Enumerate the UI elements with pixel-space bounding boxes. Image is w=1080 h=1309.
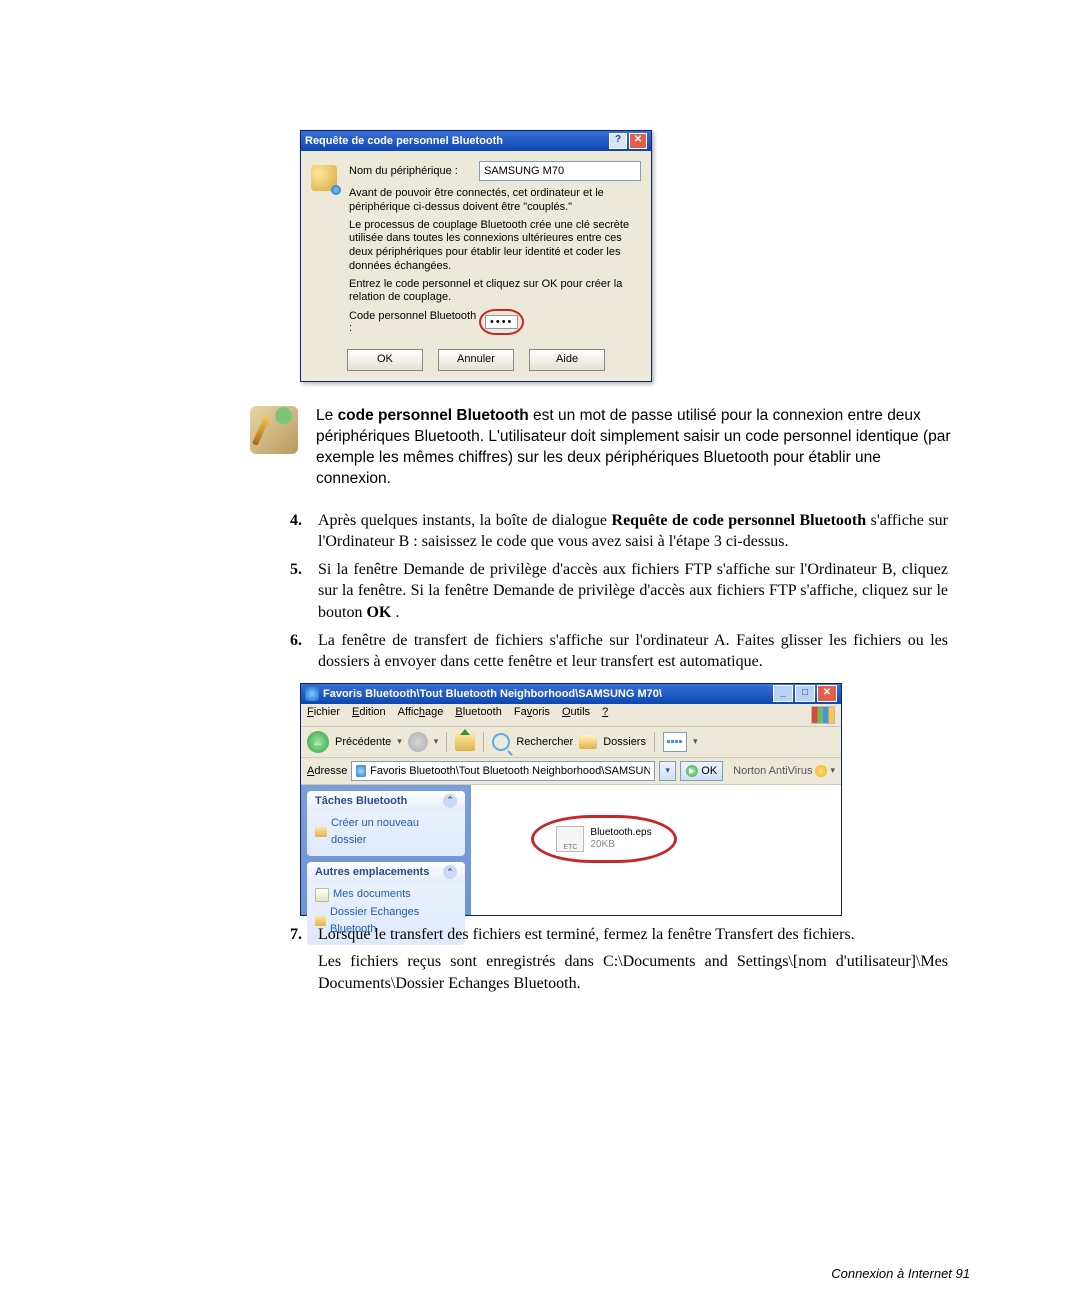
file-name: Bluetooth.eps xyxy=(590,827,651,838)
documents-icon xyxy=(315,888,329,902)
search-label[interactable]: Rechercher xyxy=(516,736,573,748)
places-panel-header[interactable]: Autres emplacements ⌃ xyxy=(307,862,465,882)
dialog-paragraph-1: Avant de pouvoir être connectés, cet ord… xyxy=(349,187,641,215)
menu-tools[interactable]: Outils xyxy=(562,706,590,724)
go-button[interactable]: OK xyxy=(680,761,723,781)
menu-favorites[interactable]: Favoris xyxy=(514,706,550,724)
bluetooth-code-field[interactable]: •••• xyxy=(485,315,518,329)
norton-antivirus-toolbar[interactable]: Norton AntiVirus ▾ xyxy=(727,765,835,777)
note-block: Le code personnel Bluetooth est un mot d… xyxy=(250,406,1020,490)
step-7: Lorsque le transfert des fichiers est te… xyxy=(290,924,948,946)
dialog-paragraph-3: Entrez le code personnel et cliquez sur … xyxy=(349,278,641,306)
tasks-panel-header[interactable]: Tâches Bluetooth ⌃ xyxy=(307,791,465,811)
highlight-oval: •••• xyxy=(479,309,524,335)
page-footer: Connexion à Internet 91 xyxy=(831,1266,970,1281)
menu-view[interactable]: Affichage xyxy=(398,706,444,724)
address-dropdown-icon[interactable]: ▾ xyxy=(659,761,676,781)
windows-flag-icon xyxy=(811,706,835,724)
chevron-up-icon[interactable]: ⌃ xyxy=(443,865,457,879)
note-text: Le code personnel Bluetooth est un mot d… xyxy=(316,406,956,490)
device-name-field[interactable]: SAMSUNG M70 xyxy=(479,161,641,181)
explorer-content-pane[interactable]: ETC Bluetooth.eps 20KB xyxy=(471,785,841,915)
explorer-title: Favoris Bluetooth\Tout Bluetooth Neighbo… xyxy=(323,688,771,700)
ok-button[interactable]: OK xyxy=(347,349,423,371)
dialog-title: Requête de code personnel Bluetooth xyxy=(305,131,607,151)
bluetooth-code-label: Code personnel Bluetooth : xyxy=(349,310,479,334)
folders-icon[interactable] xyxy=(579,735,597,749)
menu-file[interactable]: Fichier xyxy=(307,706,340,724)
chevron-up-icon[interactable]: ⌃ xyxy=(443,794,457,808)
device-name-label: Nom du périphérique : xyxy=(349,165,479,177)
search-icon[interactable] xyxy=(492,733,510,751)
dialog-paragraph-2: Le processus de couplage Bluetooth crée … xyxy=(349,219,641,274)
go-arrow-icon xyxy=(686,765,698,777)
views-dropdown-icon[interactable]: ▾ xyxy=(693,736,698,747)
back-dropdown-icon[interactable]: ▾ xyxy=(397,736,402,747)
explorer-sidebar: Tâches Bluetooth ⌃ Créer un nouveau doss… xyxy=(301,785,471,915)
folders-label[interactable]: Dossiers xyxy=(603,736,646,748)
step-4: Après quelques instants, la boîte de dia… xyxy=(290,510,948,553)
explorer-titlebar: Favoris Bluetooth\Tout Bluetooth Neighbo… xyxy=(301,684,841,704)
address-label: Adresse xyxy=(307,765,347,777)
note-icon xyxy=(250,406,298,454)
address-value: Favoris Bluetooth\Tout Bluetooth Neighbo… xyxy=(370,765,650,777)
explorer-menubar: Fichier Edition Affichage Bluetooth Favo… xyxy=(301,704,841,727)
folder-icon xyxy=(315,827,327,837)
minimize-button[interactable]: _ xyxy=(773,685,793,702)
address-location-icon xyxy=(356,765,366,777)
back-button-icon[interactable]: ← xyxy=(307,731,329,753)
create-new-folder-link[interactable]: Créer un nouveau dossier xyxy=(315,815,457,850)
file-item[interactable]: Bluetooth.eps 20KB xyxy=(590,827,651,850)
views-button[interactable] xyxy=(663,732,687,752)
step-7-paragraph: Les fichiers reçus sont enregistrés dans… xyxy=(318,951,948,994)
instruction-steps: Après quelques instants, la boîte de dia… xyxy=(60,510,1020,673)
up-folder-button[interactable] xyxy=(455,733,475,751)
bluetooth-code-dialog-figure: Requête de code personnel Bluetooth ? ✕ … xyxy=(300,130,1020,382)
highlight-oval: ETC Bluetooth.eps 20KB xyxy=(531,815,677,863)
forward-dropdown-icon[interactable]: ▾ xyxy=(434,736,439,747)
help-dialog-button[interactable]: Aide xyxy=(529,349,605,371)
cancel-button[interactable]: Annuler xyxy=(438,349,514,371)
menu-help[interactable]: ? xyxy=(602,706,608,724)
back-button-label[interactable]: Précédente xyxy=(335,736,391,748)
menu-edit[interactable]: Edition xyxy=(352,706,386,724)
step-5: Si la fenêtre Demande de privilège d'acc… xyxy=(290,559,948,624)
bluetooth-lock-icon xyxy=(311,165,337,191)
dialog-titlebar: Requête de code personnel Bluetooth ? ✕ xyxy=(301,131,651,151)
forward-button[interactable] xyxy=(408,732,428,752)
explorer-toolbar: ← Précédente ▾ ▾ Rechercher Dossiers ▾ xyxy=(301,727,841,758)
bluetooth-window-icon xyxy=(305,687,319,701)
maximize-button[interactable]: □ xyxy=(795,685,815,702)
file-size: 20KB xyxy=(590,839,614,850)
help-button[interactable]: ? xyxy=(609,133,627,149)
my-documents-link[interactable]: Mes documents xyxy=(315,886,457,904)
step-6: La fenêtre de transfert de fichiers s'af… xyxy=(290,630,948,673)
close-button[interactable]: ✕ xyxy=(629,133,647,149)
file-thumbnail-icon[interactable]: ETC xyxy=(556,826,584,852)
norton-icon xyxy=(815,765,827,777)
address-field[interactable]: Favoris Bluetooth\Tout Bluetooth Neighbo… xyxy=(351,761,655,781)
explorer-window-figure: Favoris Bluetooth\Tout Bluetooth Neighbo… xyxy=(300,683,1020,916)
menu-bluetooth[interactable]: Bluetooth xyxy=(455,706,502,724)
explorer-addressbar: Adresse Favoris Bluetooth\Tout Bluetooth… xyxy=(301,758,841,785)
window-close-button[interactable]: ✕ xyxy=(817,685,837,702)
